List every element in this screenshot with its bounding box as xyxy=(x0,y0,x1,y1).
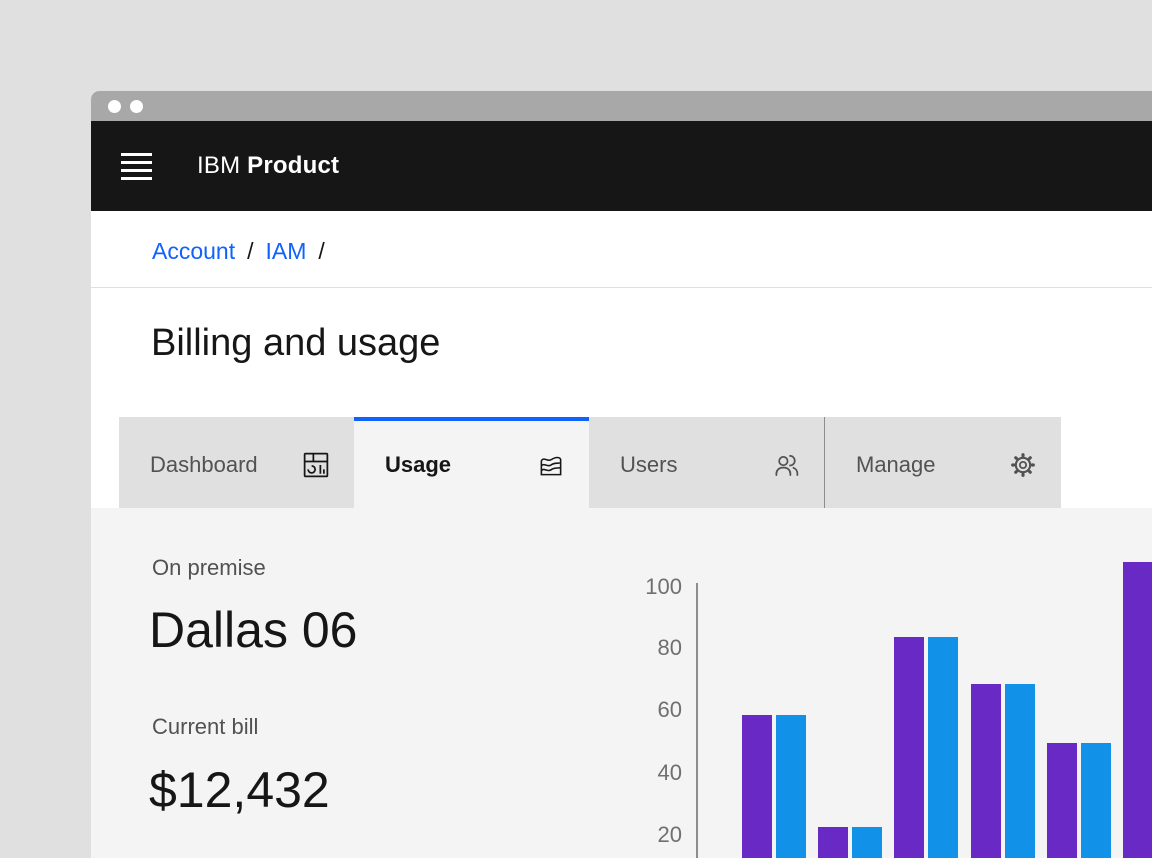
breadcrumb-link-account[interactable]: Account xyxy=(152,237,235,265)
users-icon xyxy=(772,451,800,479)
dashboard-icon xyxy=(302,451,330,479)
brand-prefix: IBM xyxy=(197,152,240,179)
area-chart-icon xyxy=(537,451,565,479)
app-header: IBM Product xyxy=(91,121,1152,211)
header-divider xyxy=(91,287,1152,288)
browser-window: IBM Product Account / IAM / Billing and … xyxy=(91,91,1152,858)
window-control-dot[interactable] xyxy=(130,100,143,113)
window-titlebar xyxy=(91,91,1152,121)
desktop-background: { "header": { "brand_prefix": "IBM", "br… xyxy=(0,0,1152,858)
y-axis-tick: 40 xyxy=(622,761,682,785)
bill-value: $12,432 xyxy=(149,762,330,818)
y-axis-tick: 80 xyxy=(622,636,682,660)
breadcrumb-separator: / xyxy=(318,237,324,265)
location-value: Dallas 06 xyxy=(149,602,357,658)
y-axis-tick: 20 xyxy=(622,823,682,847)
page-title: Billing and usage xyxy=(151,321,440,365)
tab-label: Manage xyxy=(856,452,936,478)
location-label: On premise xyxy=(152,555,266,581)
bill-label: Current bill xyxy=(152,714,258,740)
tab-bar: Dashboard Usage Users xyxy=(91,417,1152,508)
gear-icon xyxy=(1009,451,1037,479)
brand-name: Product xyxy=(247,152,339,179)
tab-users[interactable]: Users xyxy=(589,417,824,508)
tab-label: Usage xyxy=(385,452,451,478)
tab-label: Users xyxy=(620,452,677,478)
tab-dashboard[interactable]: Dashboard xyxy=(119,417,354,508)
breadcrumb: Account / IAM / xyxy=(152,237,325,265)
y-axis-tick: 100 xyxy=(622,575,682,599)
menu-icon[interactable] xyxy=(121,153,152,180)
tab-usage[interactable]: Usage xyxy=(354,417,589,508)
tab-manage[interactable]: Manage xyxy=(825,417,1061,508)
breadcrumb-separator: / xyxy=(247,237,253,265)
breadcrumb-link-iam[interactable]: IAM xyxy=(266,237,307,265)
y-axis-line xyxy=(696,583,698,858)
window-control-dot[interactable] xyxy=(108,100,121,113)
y-axis-tick: 60 xyxy=(622,698,682,722)
brand-title: IBM Product xyxy=(197,152,339,180)
tab-label: Dashboard xyxy=(150,452,258,478)
